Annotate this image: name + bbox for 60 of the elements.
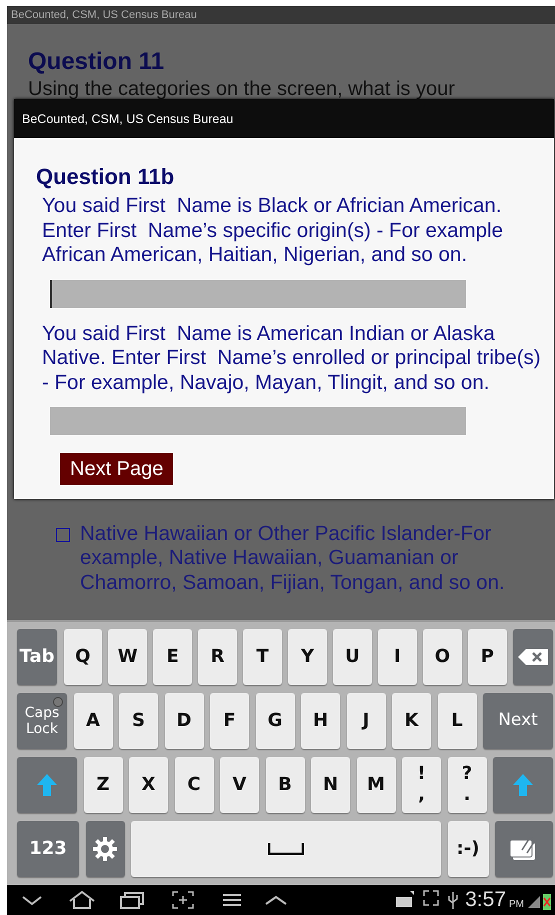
numbers-key[interactable]: 123 bbox=[17, 821, 79, 877]
space-bar-icon bbox=[268, 843, 304, 855]
question-prompt: Using the categories on the screen, what is your bbox=[28, 78, 456, 100]
letter-key[interactable]: D bbox=[164, 693, 204, 749]
clock-meridiem: PM bbox=[509, 898, 524, 910]
arrow-up-icon bbox=[513, 774, 533, 796]
letter-key[interactable]: F bbox=[210, 693, 249, 749]
question-heading: Question 11 bbox=[28, 48, 166, 76]
letter-key[interactable]: Z bbox=[84, 757, 122, 813]
letter-key[interactable]: O bbox=[423, 629, 462, 685]
letter-key[interactable]: T bbox=[243, 629, 282, 685]
punctuation-key[interactable]: ! , bbox=[402, 757, 441, 813]
punctuation-key[interactable]: ? . bbox=[448, 757, 486, 813]
next-page-button[interactable]: Next Page bbox=[60, 453, 174, 485]
letter-key[interactable]: H bbox=[301, 693, 340, 749]
letter-key[interactable]: Y bbox=[288, 629, 327, 685]
letter-key[interactable]: E bbox=[153, 629, 192, 685]
letter-key[interactable]: S bbox=[119, 693, 158, 749]
backspace-icon bbox=[518, 649, 548, 665]
letter-key[interactable]: M bbox=[356, 757, 396, 813]
app-title: BeCounted, CSM, US Census Bureau bbox=[11, 9, 197, 21]
letter-key[interactable]: I bbox=[378, 629, 417, 685]
letter-key[interactable]: Q bbox=[64, 629, 102, 685]
usb-icon[interactable] bbox=[447, 890, 460, 910]
recent-apps-icon[interactable] bbox=[119, 890, 145, 910]
attach-key[interactable] bbox=[495, 821, 553, 877]
settings-key[interactable] bbox=[86, 821, 124, 877]
settings-icon bbox=[93, 837, 117, 861]
input-field[interactable] bbox=[50, 280, 466, 308]
letter-key[interactable]: A bbox=[74, 693, 112, 749]
letter-key[interactable]: K bbox=[392, 693, 431, 749]
caps-lock-key[interactable]: Caps Lock bbox=[17, 693, 67, 749]
next-key[interactable]: Next bbox=[483, 693, 553, 749]
arrow-up-icon bbox=[37, 774, 57, 796]
letter-key[interactable]: U bbox=[333, 629, 372, 685]
backspace-key[interactable] bbox=[513, 629, 554, 685]
dialog-heading: Question 11b bbox=[36, 164, 176, 190]
dialog-title: BeCounted, CSM, US Census Bureau bbox=[22, 112, 234, 126]
home-icon[interactable] bbox=[67, 890, 97, 910]
letter-key[interactable]: V bbox=[220, 757, 259, 813]
letter-key[interactable]: W bbox=[108, 629, 147, 685]
letter-key[interactable]: N bbox=[311, 757, 350, 813]
letter-key[interactable]: X bbox=[129, 757, 168, 813]
question-text: You said First Name is Black or Africian American. Enter First Name’s specific origin(s) - For example African American, Haitian, Nigerian, and so on. bbox=[41, 194, 504, 268]
letter-key[interactable]: R bbox=[198, 629, 237, 685]
clock-time: 3:57 bbox=[465, 888, 506, 912]
question-text: You said First Name is American Indian or Alaska Native. Enter First Name’s enrolled or principal tribe(s) - For example, Navajo, Mayan, Tlingit, and so on. bbox=[41, 322, 542, 395]
option-label: Native Hawaiian or Other Pacific Islander-For example, Native Hawaiian, Guamanian or Chamorro, Samoan, Fijian, Tongan, and so on. bbox=[80, 522, 506, 595]
tab-key[interactable]: Tab bbox=[17, 629, 57, 685]
letter-key[interactable]: C bbox=[174, 757, 214, 813]
input-field[interactable] bbox=[50, 407, 466, 435]
letter-key[interactable]: G bbox=[256, 693, 294, 749]
letter-key[interactable]: J bbox=[346, 693, 386, 749]
smiley-key[interactable]: :-) bbox=[448, 821, 488, 877]
letter-key[interactable]: L bbox=[438, 693, 476, 749]
letter-key[interactable]: B bbox=[266, 757, 304, 813]
letter-key[interactable]: P bbox=[468, 629, 507, 685]
screenshot-icon[interactable] bbox=[171, 890, 195, 910]
keyboard-icon[interactable] bbox=[395, 890, 416, 910]
checkbox[interactable] bbox=[56, 528, 70, 542]
